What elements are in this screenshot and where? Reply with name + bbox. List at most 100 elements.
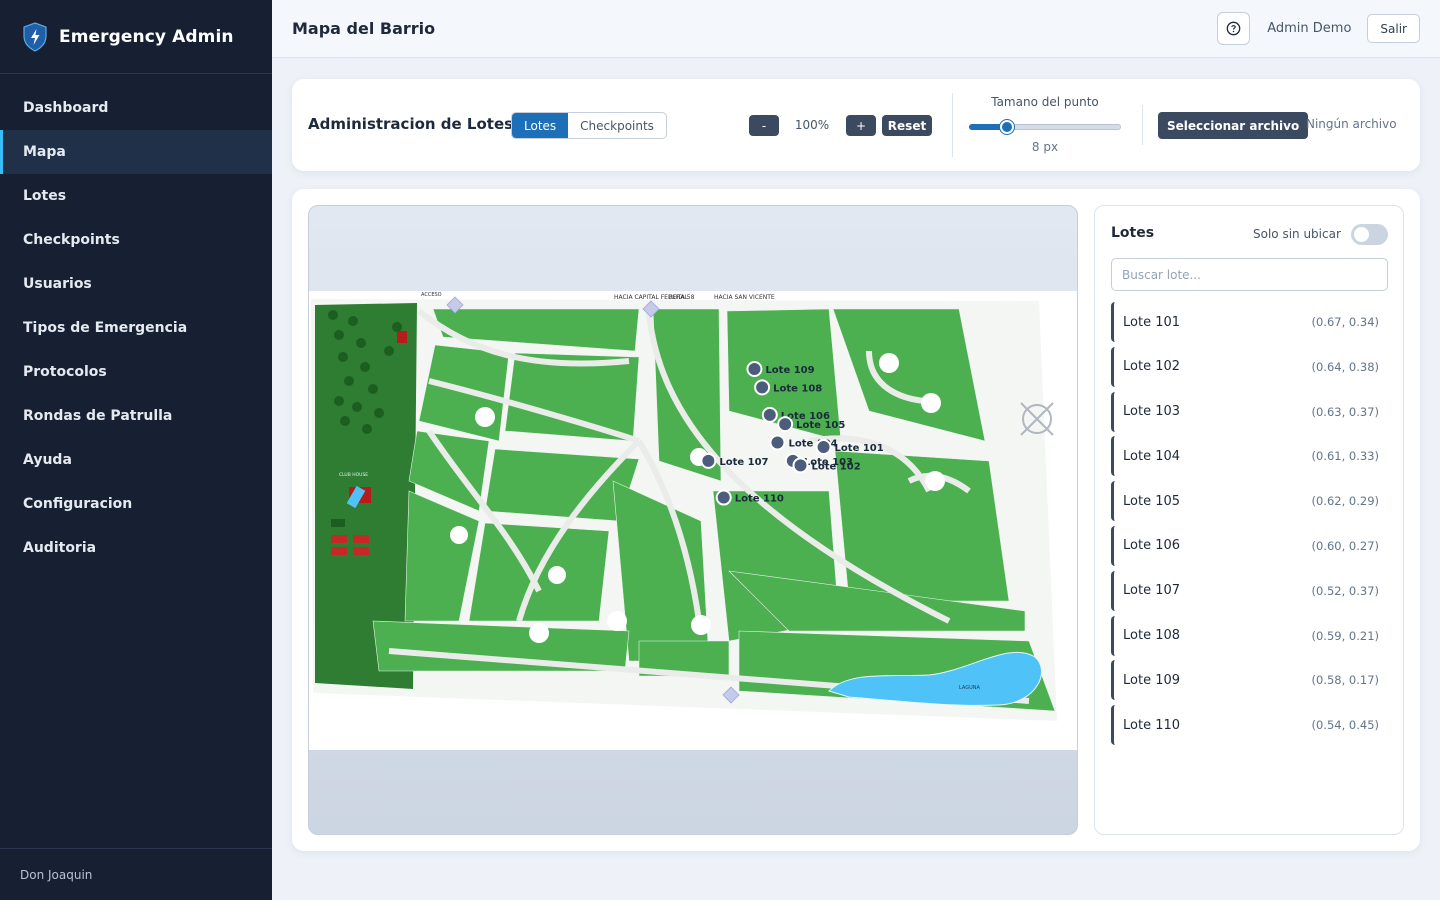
sidebar-item-lotes[interactable]: Lotes bbox=[0, 174, 272, 218]
point-size-slider[interactable] bbox=[969, 120, 1121, 134]
lot-coords: (0.61, 0.33) bbox=[1311, 449, 1380, 464]
lot-list-item[interactable]: Lote 101 (0.67, 0.34) bbox=[1111, 302, 1388, 342]
marker-label: Lote 102 bbox=[812, 461, 861, 472]
lot-name: Lote 106 bbox=[1123, 538, 1181, 554]
zoom-out-button[interactable]: - bbox=[749, 115, 779, 136]
zoom-in-button[interactable]: + bbox=[846, 115, 876, 136]
choose-file-button[interactable]: Seleccionar archivo bbox=[1158, 112, 1309, 139]
lot-coords: (0.64, 0.38) bbox=[1311, 359, 1380, 374]
marker-label: Lote 110 bbox=[735, 494, 784, 505]
point-size-value: 8 px bbox=[1031, 140, 1059, 154]
sidebar-item-usuarios[interactable]: Usuarios bbox=[0, 262, 272, 306]
marker-dot[interactable] bbox=[746, 361, 763, 378]
map-lot-marker[interactable]: Lote 107 bbox=[700, 452, 769, 469]
sidebar-item-tipos-emergencia[interactable]: Tipos de Emergencia bbox=[0, 306, 272, 350]
marker-dot[interactable] bbox=[754, 379, 771, 396]
marker-label: Lote 107 bbox=[719, 457, 768, 468]
file-status: Ningún archivo bbox=[1306, 117, 1397, 131]
lot-name: Lote 109 bbox=[1123, 672, 1181, 688]
current-user: Admin Demo bbox=[1267, 21, 1352, 36]
marker-dot[interactable] bbox=[769, 434, 786, 451]
help-button[interactable] bbox=[1217, 12, 1251, 45]
sidebar-nav: Dashboard Mapa Lotes Checkpoints Usuario… bbox=[0, 86, 272, 570]
lot-name: Lote 107 bbox=[1123, 583, 1181, 599]
map-viewport[interactable]: HACIA CAPITAL FEDERAL RUTA 58 HACIA SAN … bbox=[308, 205, 1078, 835]
app-title: Emergency Admin bbox=[59, 26, 234, 47]
map-lot-marker[interactable]: Lote 105 bbox=[777, 416, 845, 433]
neighborhood-map-svg: HACIA CAPITAL FEDERAL RUTA 58 HACIA SAN … bbox=[311, 292, 1057, 721]
marker-dot[interactable] bbox=[815, 439, 832, 456]
slider-thumb[interactable] bbox=[1000, 120, 1014, 134]
lot-name: Lote 104 bbox=[1123, 448, 1181, 464]
marker-dot[interactable] bbox=[792, 457, 809, 474]
unplaced-filter-label: Solo sin ubicar bbox=[1253, 227, 1341, 241]
marker-label: Lote 109 bbox=[765, 365, 814, 376]
sidebar-item-auditoria[interactable]: Auditoria bbox=[0, 526, 272, 570]
lot-list-item[interactable]: Lote 106 (0.60, 0.27) bbox=[1111, 525, 1388, 566]
lot-coords: (0.63, 0.37) bbox=[1311, 404, 1380, 419]
sidebar-item-mapa[interactable]: Mapa bbox=[0, 130, 272, 174]
toolbar-title: Administracion de Lotes bbox=[308, 115, 514, 133]
lot-list-item[interactable]: Lote 105 (0.62, 0.29) bbox=[1111, 481, 1388, 522]
lot-name: Lote 101 bbox=[1123, 314, 1181, 330]
tab-lotes[interactable]: Lotes bbox=[512, 113, 569, 138]
sidebar: Emergency Admin Dashboard Mapa Lotes Che… bbox=[0, 0, 272, 900]
lot-list-item[interactable]: Lote 107 (0.52, 0.37) bbox=[1111, 570, 1388, 611]
toggle-knob bbox=[1354, 227, 1369, 242]
marker-label: Lote 101 bbox=[835, 443, 884, 454]
point-size-label: Tamano del punto bbox=[991, 95, 1099, 109]
marker-label: Lote 108 bbox=[773, 383, 822, 394]
lot-list-item[interactable]: Lote 110 (0.54, 0.45) bbox=[1111, 705, 1388, 746]
sidebar-item-checkpoints[interactable]: Checkpoints bbox=[0, 218, 272, 262]
lot-name: Lote 105 bbox=[1123, 493, 1181, 509]
lot-list-item[interactable]: Lote 104 (0.61, 0.33) bbox=[1111, 436, 1388, 477]
toolbar-divider bbox=[1142, 105, 1143, 145]
lots-panel-title: Lotes bbox=[1111, 225, 1155, 241]
marker-dot[interactable] bbox=[777, 416, 794, 433]
lot-name: Lote 103 bbox=[1123, 404, 1181, 420]
map-lot-marker[interactable]: Lote 101 bbox=[815, 439, 884, 456]
lot-list-item[interactable]: Lote 109 (0.58, 0.17) bbox=[1111, 660, 1388, 701]
unplaced-filter-toggle[interactable] bbox=[1351, 224, 1388, 245]
sidebar-item-protocolos[interactable]: Protocolos bbox=[0, 350, 272, 394]
sidebar-item-rondas-patrulla[interactable]: Rondas de Patrulla bbox=[0, 394, 272, 438]
marker-label: Lote 105 bbox=[796, 420, 845, 431]
lot-name: Lote 102 bbox=[1123, 359, 1181, 375]
sidebar-footer-user: Don Joaquin bbox=[0, 848, 272, 900]
map-lot-marker[interactable]: Lote 109 bbox=[746, 361, 815, 378]
marker-dot[interactable] bbox=[700, 452, 717, 469]
marker-dot[interactable] bbox=[761, 406, 778, 423]
brand: Emergency Admin bbox=[0, 0, 272, 74]
map-lot-marker[interactable]: Lote 110 bbox=[715, 489, 784, 506]
lot-coords: (0.54, 0.45) bbox=[1311, 718, 1380, 733]
topbar-actions: Admin Demo Salir bbox=[1217, 12, 1420, 45]
lot-list-item[interactable]: Lote 102 (0.64, 0.38) bbox=[1111, 346, 1388, 387]
neighborhood-map[interactable]: HACIA CAPITAL FEDERAL RUTA 58 HACIA SAN … bbox=[309, 291, 1077, 750]
lot-name: Lote 108 bbox=[1123, 628, 1181, 644]
sidebar-item-ayuda[interactable]: Ayuda bbox=[0, 438, 272, 482]
logout-button[interactable]: Salir bbox=[1367, 14, 1420, 43]
map-header-mid: RUTA 58 bbox=[669, 294, 695, 301]
tab-checkpoints[interactable]: Checkpoints bbox=[568, 113, 666, 138]
lot-list-item[interactable]: Lote 103 (0.63, 0.37) bbox=[1111, 391, 1388, 432]
page-title: Mapa del Barrio bbox=[292, 19, 436, 38]
shield-bolt-icon bbox=[23, 21, 47, 52]
marker-dot[interactable] bbox=[715, 489, 732, 506]
lot-search-input[interactable] bbox=[1111, 258, 1388, 291]
lagoon-label: LAGUNA bbox=[959, 685, 981, 691]
toolbar-divider bbox=[952, 93, 953, 157]
sidebar-item-configuracion[interactable]: Configuracion bbox=[0, 482, 272, 526]
topbar: Mapa del Barrio Admin Demo Salir bbox=[272, 0, 1440, 58]
zoom-reset-button[interactable]: Reset bbox=[882, 115, 932, 136]
lots-panel: Lotes Solo sin ubicar Lote 101 (0.67, 0.3… bbox=[1094, 205, 1404, 835]
map-lot-marker[interactable]: Lote 108 bbox=[754, 379, 822, 396]
map-lot-marker[interactable]: Lote 102 bbox=[792, 457, 861, 474]
lots-admin-toolbar: Administracion de Lotes Lotes Checkpoint… bbox=[292, 79, 1420, 171]
lot-list-item[interactable]: Lote 108 (0.59, 0.21) bbox=[1111, 615, 1388, 656]
map-access-label: ACCESO bbox=[421, 292, 442, 298]
club-house-label: CLUB HOUSE bbox=[339, 472, 368, 478]
zoom-level: 100% bbox=[794, 118, 830, 132]
lot-list: Lote 101 (0.67, 0.34) Lote 102 (0.64, 0.38… bbox=[1111, 302, 1388, 750]
map-workspace: HACIA CAPITAL FEDERAL RUTA 58 HACIA SAN … bbox=[292, 189, 1420, 851]
sidebar-item-dashboard[interactable]: Dashboard bbox=[0, 86, 272, 130]
